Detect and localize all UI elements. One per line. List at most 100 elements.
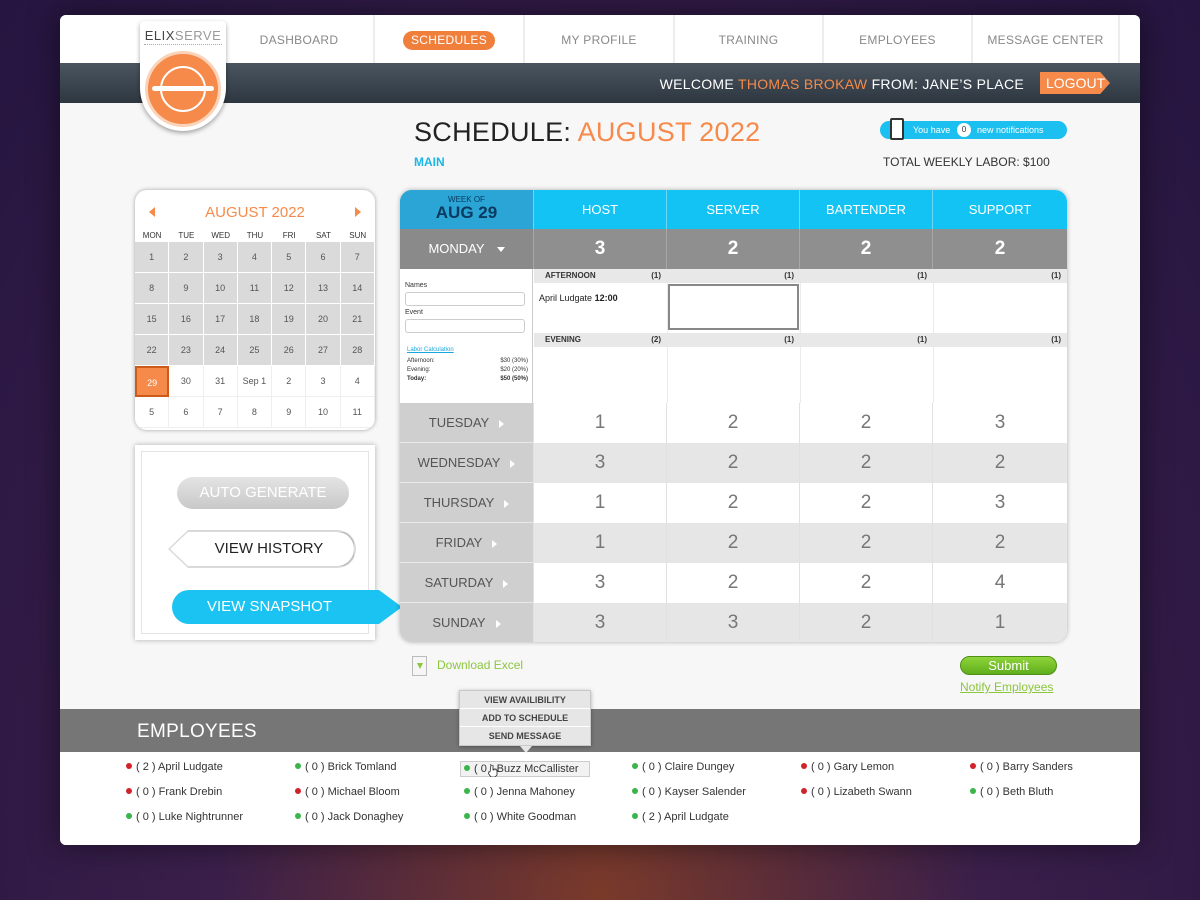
- calendar-day[interactable]: 19: [272, 304, 307, 335]
- role-count-cell[interactable]: 1: [533, 403, 666, 443]
- calendar-day[interactable]: 4: [237, 242, 273, 273]
- calendar-day[interactable]: 18: [237, 304, 273, 335]
- event-input[interactable]: [405, 319, 525, 333]
- calendar-day[interactable]: 12: [272, 273, 307, 304]
- evening-server-slot[interactable]: [667, 347, 800, 403]
- afternoon-support-slot[interactable]: [933, 283, 1067, 333]
- role-count-cell[interactable]: 4: [932, 563, 1067, 603]
- nav-my-profile[interactable]: MY PROFILE: [523, 15, 673, 63]
- calendar-day[interactable]: 21: [340, 304, 375, 335]
- calendar-day[interactable]: 6: [306, 242, 341, 273]
- employee-item[interactable]: ( 2 ) April Ludgate: [632, 811, 729, 823]
- submit-button[interactable]: Submit: [960, 656, 1057, 675]
- calendar-day[interactable]: 26: [272, 335, 307, 366]
- day-monday[interactable]: MONDAY: [400, 229, 533, 269]
- assigned-shift[interactable]: April Ludgate 12:00: [539, 293, 618, 303]
- view-snapshot-button[interactable]: VIEW SNAPSHOT: [172, 590, 402, 624]
- elixserve-logo[interactable]: ELIXSERVE: [140, 21, 226, 131]
- evening-bartender-slot[interactable]: [800, 347, 933, 403]
- calendar-day[interactable]: 6: [169, 397, 204, 428]
- role-count-cell[interactable]: 1: [932, 603, 1067, 642]
- role-count-cell[interactable]: 2: [666, 403, 799, 443]
- role-count-cell[interactable]: 2: [799, 603, 932, 642]
- calendar-day[interactable]: 23: [169, 335, 204, 366]
- calendar-day[interactable]: 20: [306, 304, 341, 335]
- role-count-cell[interactable]: 3: [932, 483, 1067, 523]
- calendar-day[interactable]: 25: [237, 335, 273, 366]
- notifications-badge[interactable]: You have 0 new notifications: [880, 118, 1067, 140]
- role-count-cell[interactable]: 2: [799, 523, 932, 563]
- afternoon-bartender-slot[interactable]: [800, 283, 933, 333]
- day-thursday[interactable]: THURSDAY: [400, 483, 533, 523]
- names-input[interactable]: [405, 292, 525, 306]
- calendar-day[interactable]: 3: [203, 242, 238, 273]
- calendar-day[interactable]: Sep 1: [237, 366, 273, 397]
- evening-support-slot[interactable]: [933, 347, 1067, 403]
- employee-item[interactable]: ( 0 ) Barry Sanders: [970, 761, 1073, 773]
- calendar-day[interactable]: 11: [340, 397, 375, 428]
- role-count-cell[interactable]: 2: [799, 563, 932, 603]
- role-count-cell[interactable]: 2: [799, 403, 932, 443]
- nav-message-center[interactable]: MESSAGE CENTER: [971, 15, 1120, 63]
- next-month-icon[interactable]: [355, 207, 361, 217]
- calendar-day[interactable]: 13: [306, 273, 341, 304]
- calendar-day[interactable]: 10: [306, 397, 341, 428]
- calendar-day[interactable]: 5: [272, 242, 307, 273]
- employee-item[interactable]: ( 0 ) Gary Lemon: [801, 761, 894, 773]
- calendar-day[interactable]: 8: [135, 273, 170, 304]
- role-count-cell[interactable]: 2: [666, 563, 799, 603]
- day-tuesday[interactable]: TUESDAY: [400, 403, 533, 443]
- day-friday[interactable]: FRIDAY: [400, 523, 533, 563]
- day-saturday[interactable]: SATURDAY: [400, 563, 533, 603]
- calendar-day[interactable]: 9: [169, 273, 204, 304]
- calendar-day[interactable]: 4: [340, 366, 375, 397]
- view-history-button[interactable]: VIEW HISTORY: [170, 532, 354, 566]
- calendar-day[interactable]: 17: [203, 304, 238, 335]
- nav-schedules[interactable]: SCHEDULES: [373, 15, 523, 63]
- menu-send-message[interactable]: SEND MESSAGE: [460, 727, 590, 745]
- calendar-day[interactable]: 10: [203, 273, 238, 304]
- role-count-cell[interactable]: 2: [799, 483, 932, 523]
- role-count-cell[interactable]: 3: [533, 563, 666, 603]
- role-count-cell[interactable]: 2: [666, 523, 799, 563]
- drop-target-slot[interactable]: [668, 284, 799, 330]
- menu-view-availability[interactable]: VIEW AVAILIBILITY: [460, 691, 590, 709]
- day-wednesday[interactable]: WEDNESDAY: [400, 443, 533, 483]
- role-count-cell[interactable]: 2: [666, 483, 799, 523]
- role-count-cell[interactable]: 2: [666, 443, 799, 483]
- role-count-cell[interactable]: 2: [932, 523, 1067, 563]
- calendar-day[interactable]: 9: [272, 397, 307, 428]
- role-count-cell[interactable]: 2: [932, 443, 1067, 483]
- auto-generate-button[interactable]: AUTO GENERATE: [177, 477, 349, 509]
- role-count-cell[interactable]: 1: [533, 483, 666, 523]
- calendar-day[interactable]: 7: [340, 242, 375, 273]
- labor-calculation-link[interactable]: Labor Calculation: [407, 347, 454, 353]
- employee-item[interactable]: ( 0 ) Frank Drebin: [126, 786, 222, 798]
- nav-dashboard[interactable]: DASHBOARD: [225, 15, 373, 63]
- employee-item[interactable]: ( 0 ) Buzz McCallister: [460, 761, 590, 777]
- calendar-day[interactable]: 5: [135, 397, 170, 428]
- evening-host-slot[interactable]: [534, 347, 667, 403]
- calendar-day[interactable]: 1: [135, 242, 170, 273]
- nav-training[interactable]: TRAINING: [673, 15, 822, 63]
- calendar-day[interactable]: 28: [340, 335, 375, 366]
- employee-item[interactable]: ( 0 ) Brick Tomland: [295, 761, 397, 773]
- employee-item[interactable]: ( 0 ) Claire Dungey: [632, 761, 734, 773]
- day-sunday[interactable]: SUNDAY: [400, 603, 533, 642]
- calendar-day[interactable]: 22: [135, 335, 170, 366]
- calendar-day[interactable]: 16: [169, 304, 204, 335]
- calendar-day[interactable]: 11: [237, 273, 273, 304]
- calendar-day[interactable]: 2: [169, 242, 204, 273]
- calendar-day[interactable]: 30: [169, 366, 204, 397]
- schedule-location[interactable]: MAIN: [414, 155, 445, 169]
- role-count-cell[interactable]: 3: [932, 403, 1067, 443]
- afternoon-host-slot[interactable]: April Ludgate 12:00: [534, 283, 667, 333]
- notify-employees-link[interactable]: Notify Employees: [960, 680, 1053, 694]
- calendar-day[interactable]: 24: [203, 335, 238, 366]
- role-count-cell[interactable]: 3: [533, 603, 666, 642]
- employee-item[interactable]: ( 0 ) Lizabeth Swann: [801, 786, 912, 798]
- calendar-day[interactable]: 31: [203, 366, 238, 397]
- role-count-cell[interactable]: 3: [533, 443, 666, 483]
- role-count-cell[interactable]: 1: [533, 523, 666, 563]
- employee-item[interactable]: ( 0 ) Jack Donaghey: [295, 811, 403, 823]
